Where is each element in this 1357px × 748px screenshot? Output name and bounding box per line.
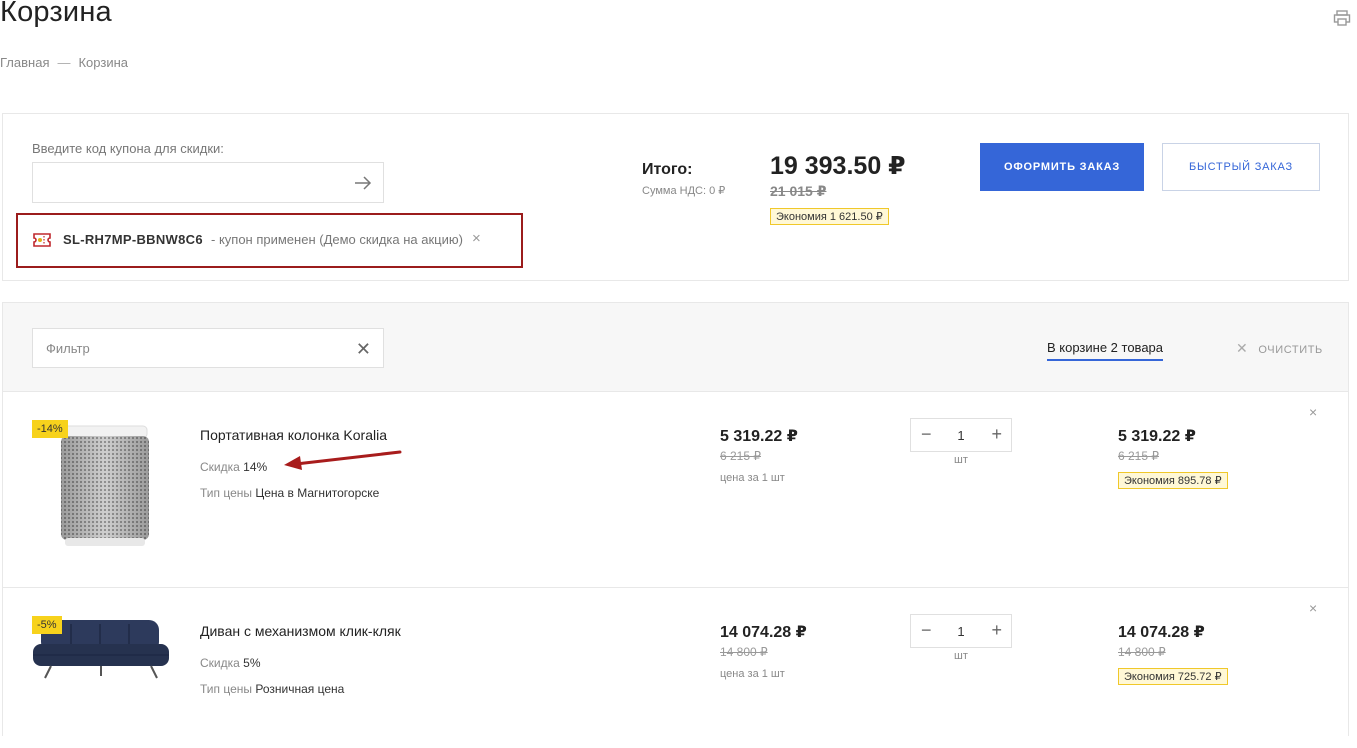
coupon-total-panel: Введите код купона для скидки: SL-RH7MP-…: [2, 113, 1349, 281]
item-savings-badge: Экономия 895.78 ₽: [1118, 472, 1228, 489]
checkout-button[interactable]: ОФОРМИТЬ ЗАКАЗ: [980, 143, 1144, 191]
cart-page: Корзина Главная — Корзина Введите код купо…: [0, 0, 1357, 748]
coupon-status: - купон применен (Демо скидка на акцию): [211, 232, 463, 247]
item-price-unit: цена за 1 шт: [720, 472, 785, 484]
item-old-price: 14 800 ₽: [720, 645, 768, 659]
coupon-label: Введите код купона для скидки:: [32, 141, 224, 156]
discount-value: 5%: [243, 656, 261, 670]
breadcrumb-separator: —: [57, 55, 71, 70]
arrow-right-icon[interactable]: [353, 174, 373, 192]
price-type-value: Цена в Магнитогорске: [255, 486, 380, 500]
annotation-arrow-icon: [284, 450, 402, 470]
quantity-stepper: − 1 +: [910, 418, 1012, 452]
item-savings-badge: Экономия 725.72 ₽: [1118, 668, 1228, 685]
breadcrumb-home[interactable]: Главная: [0, 55, 49, 70]
plus-icon[interactable]: +: [991, 424, 1002, 445]
quantity-stepper: − 1 +: [910, 614, 1012, 648]
speaker-image[interactable]: [31, 420, 171, 555]
cart-item: -5% Диван с механизмом клик-кляк Скидка …: [3, 588, 1348, 748]
coupon-input[interactable]: [32, 162, 384, 203]
total-label: Итого:: [642, 161, 693, 178]
remove-item-button[interactable]: ×: [1309, 600, 1317, 616]
price-type-label: Тип цены: [200, 486, 253, 500]
vat-amount: Сумма НДС: 0 ₽: [642, 185, 726, 197]
item-sum-old: 6 215 ₽: [1118, 449, 1159, 463]
page-title: Корзина: [0, 0, 112, 28]
total-savings-badge: Экономия 1 621.50 ₽: [770, 208, 889, 225]
cart-panel: Фильтр ✕ В корзине 2 товара ✕ ОЧИСТИТЬ -…: [2, 302, 1349, 748]
quick-order-button[interactable]: БЫСТРЫЙ ЗАКАЗ: [1162, 143, 1320, 191]
item-sum-old: 14 800 ₽: [1118, 645, 1166, 659]
printer-icon[interactable]: [1333, 9, 1351, 27]
quantity-unit: шт: [954, 650, 968, 662]
item-old-price: 6 215 ₽: [720, 449, 761, 463]
quantity-unit: шт: [954, 454, 968, 466]
item-price: 5 319.22 ₽: [720, 428, 798, 445]
item-price-type: Тип цены Цена в Магнитогорске: [200, 486, 379, 500]
close-icon: ✕: [1236, 340, 1249, 356]
coupon-ticket-icon: [33, 233, 51, 247]
item-name[interactable]: Портативная колонка Koralia: [200, 427, 387, 443]
plus-icon[interactable]: +: [991, 620, 1002, 641]
filter-clear-icon[interactable]: ✕: [356, 339, 371, 360]
coupon-remove-button[interactable]: ×: [472, 230, 481, 247]
discount-badge: -5%: [32, 616, 62, 634]
applied-coupon: SL-RH7MP-BBNW8C6 - купон применен (Демо …: [16, 213, 523, 268]
clear-cart-button[interactable]: ✕ ОЧИСТИТЬ: [1236, 340, 1323, 357]
filter-bar: Фильтр ✕ В корзине 2 товара ✕ ОЧИСТИТЬ: [3, 303, 1348, 392]
total-old-price: 21 015 ₽: [770, 183, 827, 199]
discount-label: Скидка: [200, 460, 240, 474]
filter-input[interactable]: Фильтр ✕: [32, 328, 384, 368]
discount-value: 14%: [243, 460, 268, 474]
remove-item-button[interactable]: ×: [1309, 404, 1317, 420]
cart-count-tab[interactable]: В корзине 2 товара: [1047, 340, 1164, 361]
breadcrumb: Главная — Корзина: [0, 55, 128, 70]
item-sum: 14 074.28 ₽: [1118, 624, 1205, 641]
discount-label: Скидка: [200, 656, 240, 670]
item-price: 14 074.28 ₽: [720, 624, 807, 641]
clear-cart-label: ОЧИСТИТЬ: [1258, 344, 1323, 356]
item-price-type: Тип цены Розничная цена: [200, 682, 344, 696]
item-discount: Скидка 14%: [200, 460, 267, 474]
filter-placeholder: Фильтр: [46, 341, 90, 356]
discount-badge: -14%: [32, 420, 68, 438]
item-price-unit: цена за 1 шт: [720, 668, 785, 680]
price-type-value: Розничная цена: [255, 682, 345, 696]
item-name[interactable]: Диван с механизмом клик-кляк: [200, 623, 401, 639]
breadcrumb-current: Корзина: [78, 55, 129, 70]
coupon-code: SL-RH7MP-BBNW8C6: [63, 232, 203, 247]
item-sum: 5 319.22 ₽: [1118, 428, 1196, 445]
total-price: 19 393.50 ₽: [770, 152, 906, 180]
item-discount: Скидка 5%: [200, 656, 261, 670]
cart-item: -14% Портативная колонка Koralia Скидка …: [3, 392, 1348, 588]
price-type-label: Тип цены: [200, 682, 253, 696]
